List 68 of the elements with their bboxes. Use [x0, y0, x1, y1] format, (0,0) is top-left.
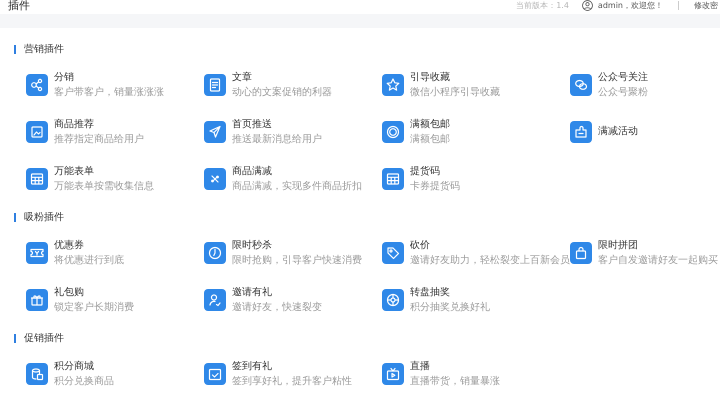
- plugin-description: 卡券提货码: [410, 180, 460, 192]
- section-title: 促销插件: [24, 332, 64, 345]
- tv-icon[interactable]: [382, 363, 404, 385]
- section-title: 营销插件: [24, 42, 64, 56]
- plugin-name[interactable]: 积分商城: [54, 360, 114, 372]
- plugin-name[interactable]: 满减活动: [598, 126, 638, 138]
- plugin-name[interactable]: 商品推荐: [54, 118, 144, 130]
- table-icon[interactable]: [26, 168, 48, 190]
- plugin-name[interactable]: 直播: [410, 360, 500, 372]
- version-label: 当前版本：1.4: [516, 0, 569, 10]
- table-icon[interactable]: [382, 168, 404, 190]
- plugin-name[interactable]: 引导收藏: [410, 72, 500, 84]
- price-tag-icon[interactable]: [382, 242, 404, 264]
- plugin-name[interactable]: 商品满减: [232, 166, 362, 178]
- document-icon[interactable]: [204, 74, 226, 96]
- timer-icon[interactable]: [204, 242, 226, 264]
- section-marker: [14, 44, 16, 54]
- plugin-name[interactable]: 限时拼团: [598, 240, 718, 252]
- plugin-description: 公众号聚粉: [598, 86, 648, 98]
- section-marker: [14, 334, 16, 342]
- plugin-description: 邀请好友，快速裂变: [232, 302, 322, 314]
- gift-icon[interactable]: [26, 289, 48, 311]
- section-marker: [14, 212, 16, 222]
- plugin-description: 积分抽奖兑换好礼: [410, 302, 490, 314]
- section-title: 吸粉插件: [24, 211, 64, 224]
- welcome-text: admin，欢迎您！: [598, 0, 663, 10]
- bag-icon[interactable]: [570, 242, 592, 264]
- plugin-name[interactable]: 砍价: [410, 240, 570, 252]
- database-icon[interactable]: [26, 363, 48, 385]
- plugin-description: 推送最新消息给用户: [232, 134, 322, 146]
- plugin-description: 积分兑换商品: [54, 376, 114, 388]
- plugin-description: 限时抢购，引导客户快速消费: [232, 254, 362, 266]
- plugin-name[interactable]: 文章: [232, 72, 332, 84]
- plugin-description: 客户自发邀请好友一起购买: [598, 254, 718, 266]
- plugin-description: 满额包邮: [410, 134, 450, 146]
- chat-icon[interactable]: [570, 74, 592, 96]
- image-icon[interactable]: [26, 121, 48, 143]
- plugin-name[interactable]: 分销: [54, 72, 164, 84]
- plugin-description: 动心的文案促销的利器: [232, 86, 332, 98]
- plugin-description: 签到享好礼，提升客户粘性: [232, 376, 352, 388]
- send-icon[interactable]: [204, 121, 226, 143]
- share-icon[interactable]: [26, 74, 48, 96]
- change-password-link[interactable]: 修改密: [694, 0, 718, 10]
- plugin-description: 推荐指定商品给用户: [54, 134, 144, 146]
- plugin-description: 微信小程序引导收藏: [410, 86, 500, 98]
- plugin-description: 将优惠进行到底: [54, 254, 124, 266]
- plugin-name[interactable]: 万能表单: [54, 166, 154, 178]
- user-avatar-icon: [582, 0, 593, 10]
- plugin-name[interactable]: 满额包邮: [410, 118, 450, 130]
- calendar-check-icon[interactable]: [204, 363, 226, 385]
- plugin-description: 邀请好友助力，轻松裂变上百新会员: [410, 254, 570, 266]
- plugin-description: 锁定客户长期消费: [54, 302, 134, 314]
- plugin-name[interactable]: 提货码: [410, 166, 460, 178]
- plugin-name[interactable]: 签到有礼: [232, 360, 352, 372]
- plugin-name[interactable]: 首页推送: [232, 118, 322, 130]
- coupon-icon[interactable]: [26, 242, 48, 264]
- plugin-name[interactable]: 转盘抽奖: [410, 286, 490, 298]
- plugin-description: 商品满减，实现多件商品折扣: [232, 180, 362, 192]
- plugin-name[interactable]: 限时秒杀: [232, 240, 362, 252]
- plugin-name[interactable]: 优惠券: [54, 240, 124, 252]
- plugin-name[interactable]: 礼包购: [54, 286, 134, 298]
- plugin-description: 直播带货，销量暴涨: [410, 376, 500, 388]
- plugin-description: 客户带客户，销量涨涨涨: [54, 86, 164, 98]
- plugin-name[interactable]: 邀请有礼: [232, 286, 322, 298]
- plugin-name[interactable]: 公众号关注: [598, 72, 648, 84]
- user-icon[interactable]: [204, 289, 226, 311]
- wheel-icon[interactable]: [382, 289, 404, 311]
- plugin-description: 万能表单按需收集信息: [54, 180, 154, 192]
